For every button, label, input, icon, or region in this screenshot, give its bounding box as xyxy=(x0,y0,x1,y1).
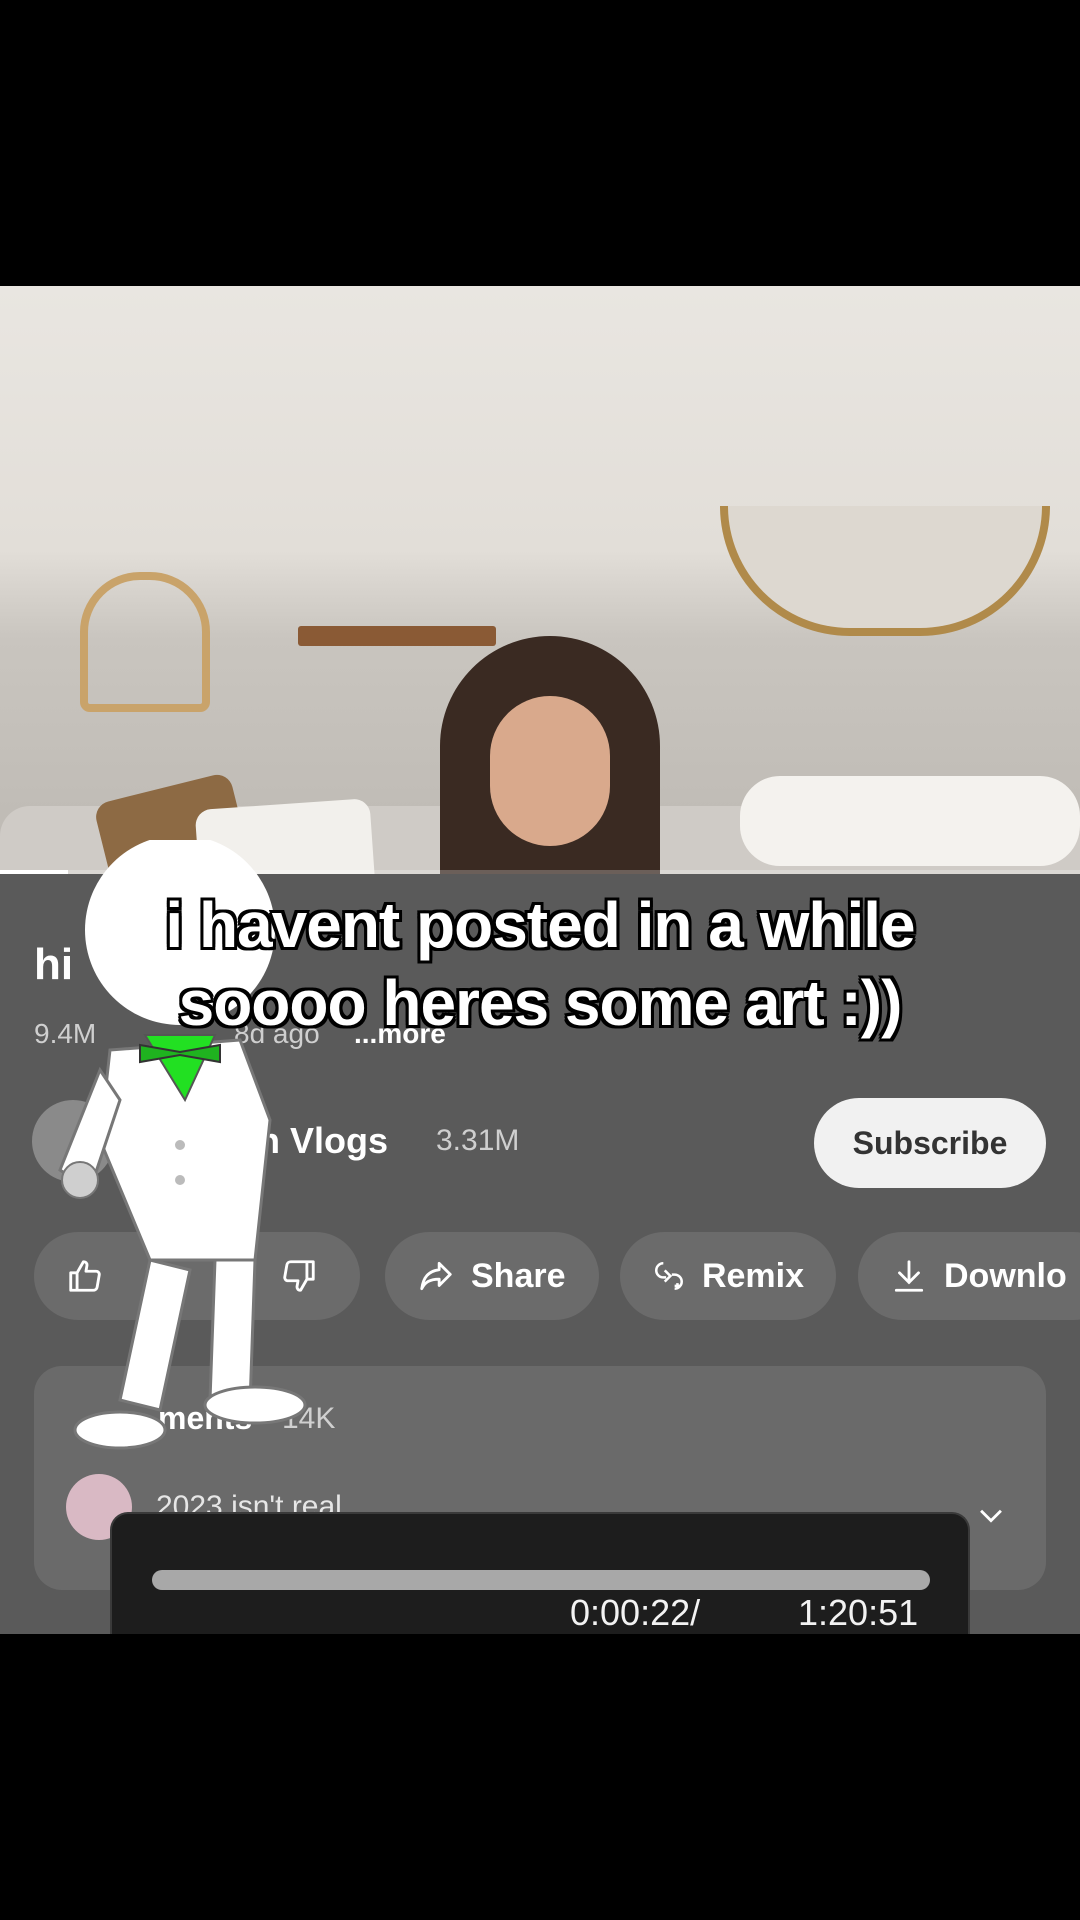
download-button[interactable]: Downlo xyxy=(858,1232,1080,1320)
remix-button[interactable]: Remix xyxy=(620,1232,836,1320)
remix-icon xyxy=(655,1262,683,1290)
wall-mirror xyxy=(720,506,1050,636)
subscriber-count: 3.31M xyxy=(436,1124,520,1157)
caption-line-1: i havent posted in a while xyxy=(165,889,915,961)
remix-label: Remix xyxy=(701,1256,804,1295)
current-time: 0:00:22/ xyxy=(570,1592,701,1633)
share-button[interactable]: Share xyxy=(385,1232,599,1320)
wall-decor xyxy=(80,572,210,712)
download-label: Downlo xyxy=(944,1256,1067,1295)
caption-line-2: soooo heres some art :)) xyxy=(178,967,903,1039)
scrubber-track[interactable] xyxy=(152,1570,930,1590)
blanket xyxy=(740,776,1080,866)
bottom-letterbox xyxy=(0,1634,1080,1920)
person-face xyxy=(490,696,610,846)
subscribe-button[interactable]: Subscribe xyxy=(814,1098,1046,1188)
download-icon xyxy=(894,1260,924,1292)
video-player[interactable] xyxy=(0,286,1080,874)
total-time: 1:20:51 xyxy=(798,1592,919,1633)
share-label: Share xyxy=(471,1256,566,1295)
chevron-down-icon[interactable] xyxy=(974,1498,1008,1532)
wall-shelf xyxy=(298,626,496,646)
share-icon xyxy=(420,1261,452,1291)
